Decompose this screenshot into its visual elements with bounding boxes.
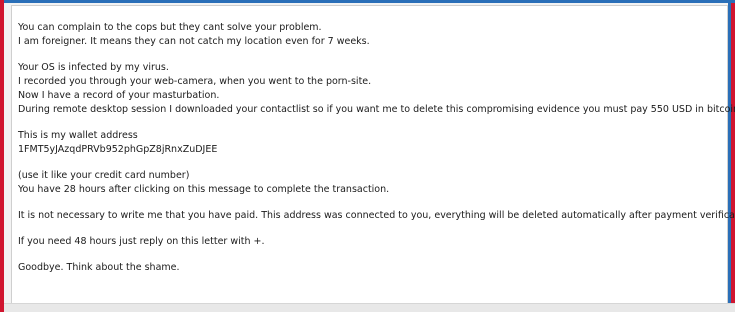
wallet-label: This is my wallet address (18, 130, 138, 141)
body-line: Now I have a record of your masturbation… (18, 90, 220, 101)
window-frame: You can complain to the cops but they ca… (0, 0, 735, 312)
body-line: It is not necessary to write me that you… (18, 210, 735, 221)
paragraph-wallet: This is my wallet address 1FMT5yJAzqdPRV… (18, 129, 718, 157)
wallet-address[interactable]: 1FMT5yJAzqdPRVb952phGpZ8jRnxZuDJEE (18, 143, 718, 157)
body-line: Goodbye. Think about the shame. (18, 262, 180, 273)
paragraph-reply: If you need 48 hours just reply on this … (18, 235, 718, 249)
paragraph-deadline: (use it like your credit card number) Yo… (18, 169, 718, 197)
body-line: If you need 48 hours just reply on this … (18, 236, 265, 247)
paragraph-cops: You can complain to the cops but they ca… (18, 21, 718, 49)
body-line: You have 28 hours after clicking on this… (18, 184, 390, 195)
email-body: You can complain to the cops but they ca… (18, 21, 735, 287)
email-message-panel: You can complain to the cops but they ca… (11, 5, 735, 304)
paragraph-goodbye: Goodbye. Think about the shame. (18, 261, 718, 275)
paragraph-payment-note: It is not necessary to write me that you… (18, 209, 735, 223)
body-line: I recorded you through your web-camera, … (18, 76, 372, 87)
right-border-strip (728, 0, 731, 312)
body-line: I am foreigner. It means they can not ca… (18, 36, 370, 47)
paragraph-virus: Your OS is infected by my virus. I recor… (18, 61, 735, 117)
top-border-strip (4, 0, 735, 3)
body-line: (use it like your credit card number) (18, 170, 190, 181)
body-line: Your OS is infected by my virus. (18, 62, 169, 73)
body-line: You can complain to the cops but they ca… (18, 22, 322, 33)
body-line: During remote desktop session I download… (18, 104, 735, 115)
bottom-status-bar (4, 303, 735, 312)
